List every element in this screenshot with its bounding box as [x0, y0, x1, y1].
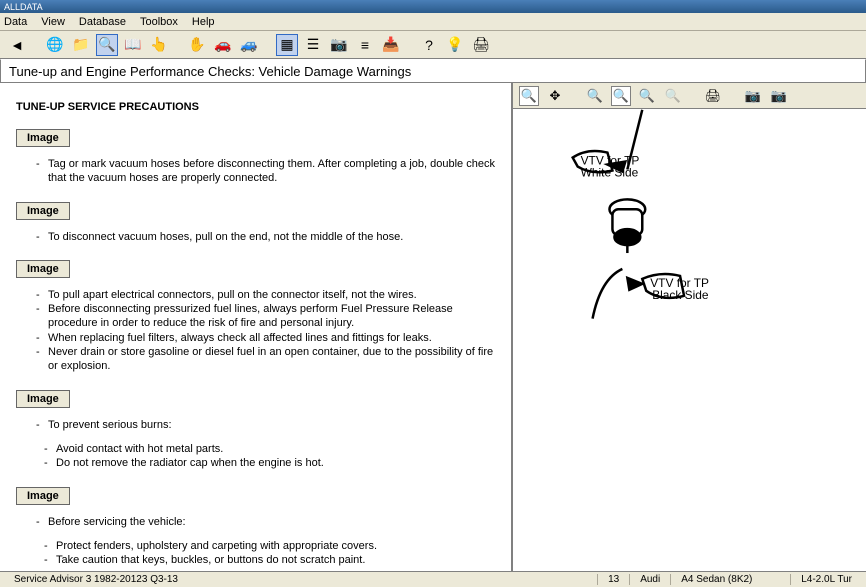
status-page: 13 — [597, 574, 629, 585]
app-name: ALLDATA — [4, 2, 43, 12]
image-button[interactable]: Image — [16, 202, 70, 220]
image-button[interactable]: Image — [16, 129, 70, 147]
status-model: A4 Sedan (8K2) — [670, 574, 790, 585]
menu-view[interactable]: View — [41, 16, 65, 28]
zoom-in-icon[interactable]: 🔍 — [519, 86, 539, 106]
zoom-minus-icon[interactable]: 🔍 — [663, 86, 683, 106]
diagram-view[interactable]: VTV for TP White Side VTV for TP Black S… — [513, 109, 866, 571]
menu-help[interactable]: Help — [192, 16, 215, 28]
article-sub-bullet: Protect fenders, upholstery and carpetin… — [44, 539, 495, 553]
zoom-plus-icon[interactable]: 🔍 — [637, 86, 657, 106]
tray-icon[interactable]: 📥 — [380, 34, 402, 56]
car-icon[interactable]: 🚙 — [238, 34, 260, 56]
article-bullet: Never drain or store gasoline or diesel … — [36, 345, 495, 374]
article-bullet: When replacing fuel filters, always chec… — [36, 331, 495, 345]
camera2-icon[interactable]: 📷 — [769, 86, 789, 106]
globe-icon[interactable]: 🌐 — [44, 34, 66, 56]
menu-toolbox[interactable]: Toolbox — [140, 16, 178, 28]
main-toolbar: ◄ 🌐 📁 🔍 📖 👆 ✋ 🚗 🚙 ▦ ☰ 📷 ≡ 📥 ? 💡 🖨 — [0, 31, 866, 59]
back-button[interactable]: ◄ — [6, 34, 28, 56]
image-button[interactable]: Image — [16, 260, 70, 278]
help-icon[interactable]: ? — [418, 34, 440, 56]
list-icon[interactable]: ☰ — [302, 34, 324, 56]
lines-icon[interactable]: ≡ — [354, 34, 376, 56]
pan-icon[interactable]: ✥ — [545, 86, 565, 106]
diagram-svg: VTV for TP White Side VTV for TP Black S… — [513, 109, 866, 409]
bulb-icon[interactable]: 💡 — [444, 34, 466, 56]
article-bullet: To disconnect vacuum hoses, pull on the … — [36, 230, 495, 244]
search-icon[interactable]: 🔍 — [96, 34, 118, 56]
titlebar: ALLDATA — [0, 0, 866, 13]
diagram-label-bot-2: Black Side — [652, 288, 709, 302]
click-icon[interactable]: 👆 — [148, 34, 170, 56]
article-sub-bullet: Do not remove the radiator cap when the … — [44, 456, 495, 470]
layout-icon[interactable]: ▦ — [276, 34, 298, 56]
article-pane: TUNE-UP SERVICE PRECAUTIONS Image Tag or … — [0, 83, 511, 571]
image-button[interactable]: Image — [16, 487, 70, 505]
article-bullet: Before disconnecting pressurized fuel li… — [36, 302, 495, 331]
status-left: Service Advisor 3 1982-20123 Q3-13 — [4, 574, 188, 585]
article-sub-bullet: Take caution that keys, buckles, or butt… — [44, 553, 495, 567]
camera1-icon[interactable]: 📷 — [743, 86, 763, 106]
image-pane: 🔍 ✥ 🔍 🔍 🔍 🔍 🖨 📷 📷 — [511, 83, 866, 571]
menu-data[interactable]: Data — [4, 16, 27, 28]
page-title: Tune-up and Engine Performance Checks: V… — [0, 59, 866, 83]
folder-icon[interactable]: 📁 — [70, 34, 92, 56]
image-toolbar: 🔍 ✥ 🔍 🔍 🔍 🔍 🖨 📷 📷 — [513, 83, 866, 109]
new-car-icon[interactable]: 🚗 — [212, 34, 234, 56]
book-icon[interactable]: 📖 — [122, 34, 144, 56]
article-sub-bullet: Avoid contact with hot metal parts. — [44, 442, 495, 456]
article-bullet: To pull apart electrical connectors, pul… — [36, 288, 495, 302]
menu-database[interactable]: Database — [79, 16, 126, 28]
article-bullet: Tag or mark vacuum hoses before disconne… — [36, 157, 495, 186]
article-heading: TUNE-UP SERVICE PRECAUTIONS — [16, 101, 495, 113]
zoom-tool-icon[interactable]: 🔍 — [585, 86, 605, 106]
print-image-icon[interactable]: 🖨 — [703, 86, 723, 106]
camera-icon[interactable]: 📷 — [328, 34, 350, 56]
status-make: Audi — [629, 574, 670, 585]
article-bullet: Before servicing the vehicle: — [36, 515, 495, 529]
statusbar: Service Advisor 3 1982-20123 Q3-13 13 Au… — [0, 571, 866, 587]
image-button[interactable]: Image — [16, 390, 70, 408]
menubar: Data View Database Toolbox Help — [0, 13, 866, 31]
zoom-fit-icon[interactable]: 🔍 — [611, 86, 631, 106]
hand-icon[interactable]: ✋ — [186, 34, 208, 56]
status-engine: L4-2.0L Tur — [790, 574, 862, 585]
content-area: TUNE-UP SERVICE PRECAUTIONS Image Tag or … — [0, 83, 866, 571]
article-bullet: To prevent serious burns: — [36, 418, 495, 432]
diagram-label-top-2: White Side — [581, 165, 639, 179]
print-icon[interactable]: 🖨 — [470, 34, 492, 56]
